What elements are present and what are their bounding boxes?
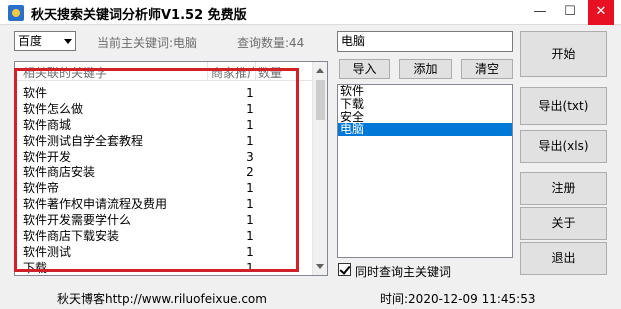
table-row[interactable]: 软件商城 1 [15, 118, 312, 134]
results-scrollbar[interactable] [312, 62, 327, 275]
row-count: 1 [246, 197, 254, 212]
column-divider[interactable] [255, 62, 256, 81]
list-item[interactable]: 安全 [338, 110, 512, 124]
query-count-label: 查询数量:44 [237, 36, 305, 50]
table-row[interactable]: 软件商店安装 2 [15, 165, 312, 181]
chevron-down-icon [64, 39, 72, 44]
maximize-button[interactable]: ☐ [557, 0, 583, 25]
row-keyword: 软件商店安装 [23, 165, 96, 180]
column-header-ads[interactable]: 商家推广 [211, 64, 259, 81]
results-rows: 软件 1 软件怎么做 1 软件商城 1 软件测试自学全套教程 1 软件开发 3 软件商店安… [15, 86, 312, 275]
scroll-up-icon[interactable] [316, 68, 324, 73]
blog-link[interactable]: 秋天博客http://www.riluofeixue.com [57, 290, 267, 307]
list-item[interactable]: 软件 [338, 85, 512, 98]
table-row[interactable]: 软件测试自学全套教程 1 [15, 134, 312, 150]
column-header-count[interactable]: 数量 [258, 64, 282, 81]
row-count: 2 [246, 165, 254, 180]
clear-button[interactable]: 清空 [461, 59, 513, 79]
search-engine-value: 百度 [18, 34, 43, 48]
list-item-selected[interactable]: 电脑 [338, 123, 512, 137]
table-row[interactable]: 软件帝 1 [15, 181, 312, 197]
row-keyword: 软件测试自学全套教程 [23, 133, 144, 148]
row-count: 1 [246, 244, 254, 259]
column-divider[interactable] [207, 62, 208, 81]
row-keyword: 软件著作权申请流程及费用 [23, 197, 168, 212]
table-row[interactable]: 软件开发需要学什么 1 [15, 213, 312, 229]
scroll-thumb[interactable] [316, 80, 325, 120]
row-keyword: 软件商店下载安装 [23, 229, 120, 244]
row-count: 1 [246, 101, 254, 116]
exit-button[interactable]: 退出 [520, 242, 607, 275]
row-count: 3 [246, 149, 254, 164]
row-count: 1 [246, 86, 254, 100]
row-count: 1 [246, 117, 254, 132]
row-keyword: 软件商城 [23, 117, 72, 132]
query-main-keyword-checkbox[interactable] [338, 263, 351, 276]
row-count: 1 [246, 133, 254, 148]
table-row[interactable]: 软件 1 [15, 86, 312, 102]
table-row[interactable]: 软件测试 1 [15, 245, 312, 261]
row-keyword: 软件开发 [23, 149, 72, 164]
minimize-button[interactable]: — [527, 0, 553, 25]
app-icon [8, 5, 24, 21]
row-keyword: 软件 [23, 86, 48, 100]
scroll-down-icon[interactable] [316, 264, 324, 269]
add-button[interactable]: 添加 [399, 59, 452, 79]
list-item[interactable]: 下载 [338, 97, 512, 111]
current-keyword-label: 当前主关键词:电脑 [97, 36, 198, 50]
row-count: 1 [246, 229, 254, 244]
register-button[interactable]: 注册 [520, 172, 607, 205]
table-row[interactable]: 软件怎么做 1 [15, 102, 312, 118]
export-txt-button[interactable]: 导出(txt) [520, 87, 607, 125]
row-keyword: 软件怎么做 [23, 101, 84, 116]
table-row[interactable]: 下载 1 [15, 260, 312, 275]
row-count: 1 [246, 260, 254, 275]
keyword-list[interactable]: 软件 下载 安全 电脑 [337, 84, 513, 258]
row-count: 1 [246, 213, 254, 228]
window-title: 秋天搜索关键词分析师V1.52 免费版 [31, 8, 247, 23]
keyword-input[interactable]: 电脑 [337, 31, 513, 52]
results-list[interactable]: 相关联的关键字 商家推广 数量 软件 1 软件怎么做 1 软件商城 1 软件测试自学全… [14, 61, 328, 276]
table-row[interactable]: 软件开发 3 [15, 150, 312, 166]
title-bar: 秋天搜索关键词分析师V1.52 免费版 — ☐ ✕ [0, 0, 621, 25]
status-time: 时间:2020-12-09 11:45:53 [380, 292, 536, 306]
row-keyword: 软件测试 [23, 244, 72, 259]
row-keyword: 软件帝 [23, 181, 60, 196]
table-row[interactable]: 软件著作权申请流程及费用 1 [15, 197, 312, 213]
start-button[interactable]: 开始 [520, 31, 607, 77]
close-button[interactable]: ✕ [588, 0, 614, 25]
import-button[interactable]: 导入 [339, 59, 390, 79]
export-xls-button[interactable]: 导出(xls) [520, 130, 607, 163]
row-count: 1 [246, 181, 254, 196]
column-header-keyword[interactable]: 相关联的关键字 [23, 64, 107, 81]
about-button[interactable]: 关于 [520, 207, 607, 240]
row-keyword: 下载 [23, 260, 48, 275]
results-header: 相关联的关键字 商家推广 数量 [15, 62, 312, 81]
query-main-keyword-label[interactable]: 同时查询主关键词 [355, 263, 451, 280]
row-keyword: 软件开发需要学什么 [23, 213, 132, 228]
table-row[interactable]: 软件商店下载安装 1 [15, 229, 312, 245]
search-engine-select[interactable]: 百度 [14, 31, 76, 51]
